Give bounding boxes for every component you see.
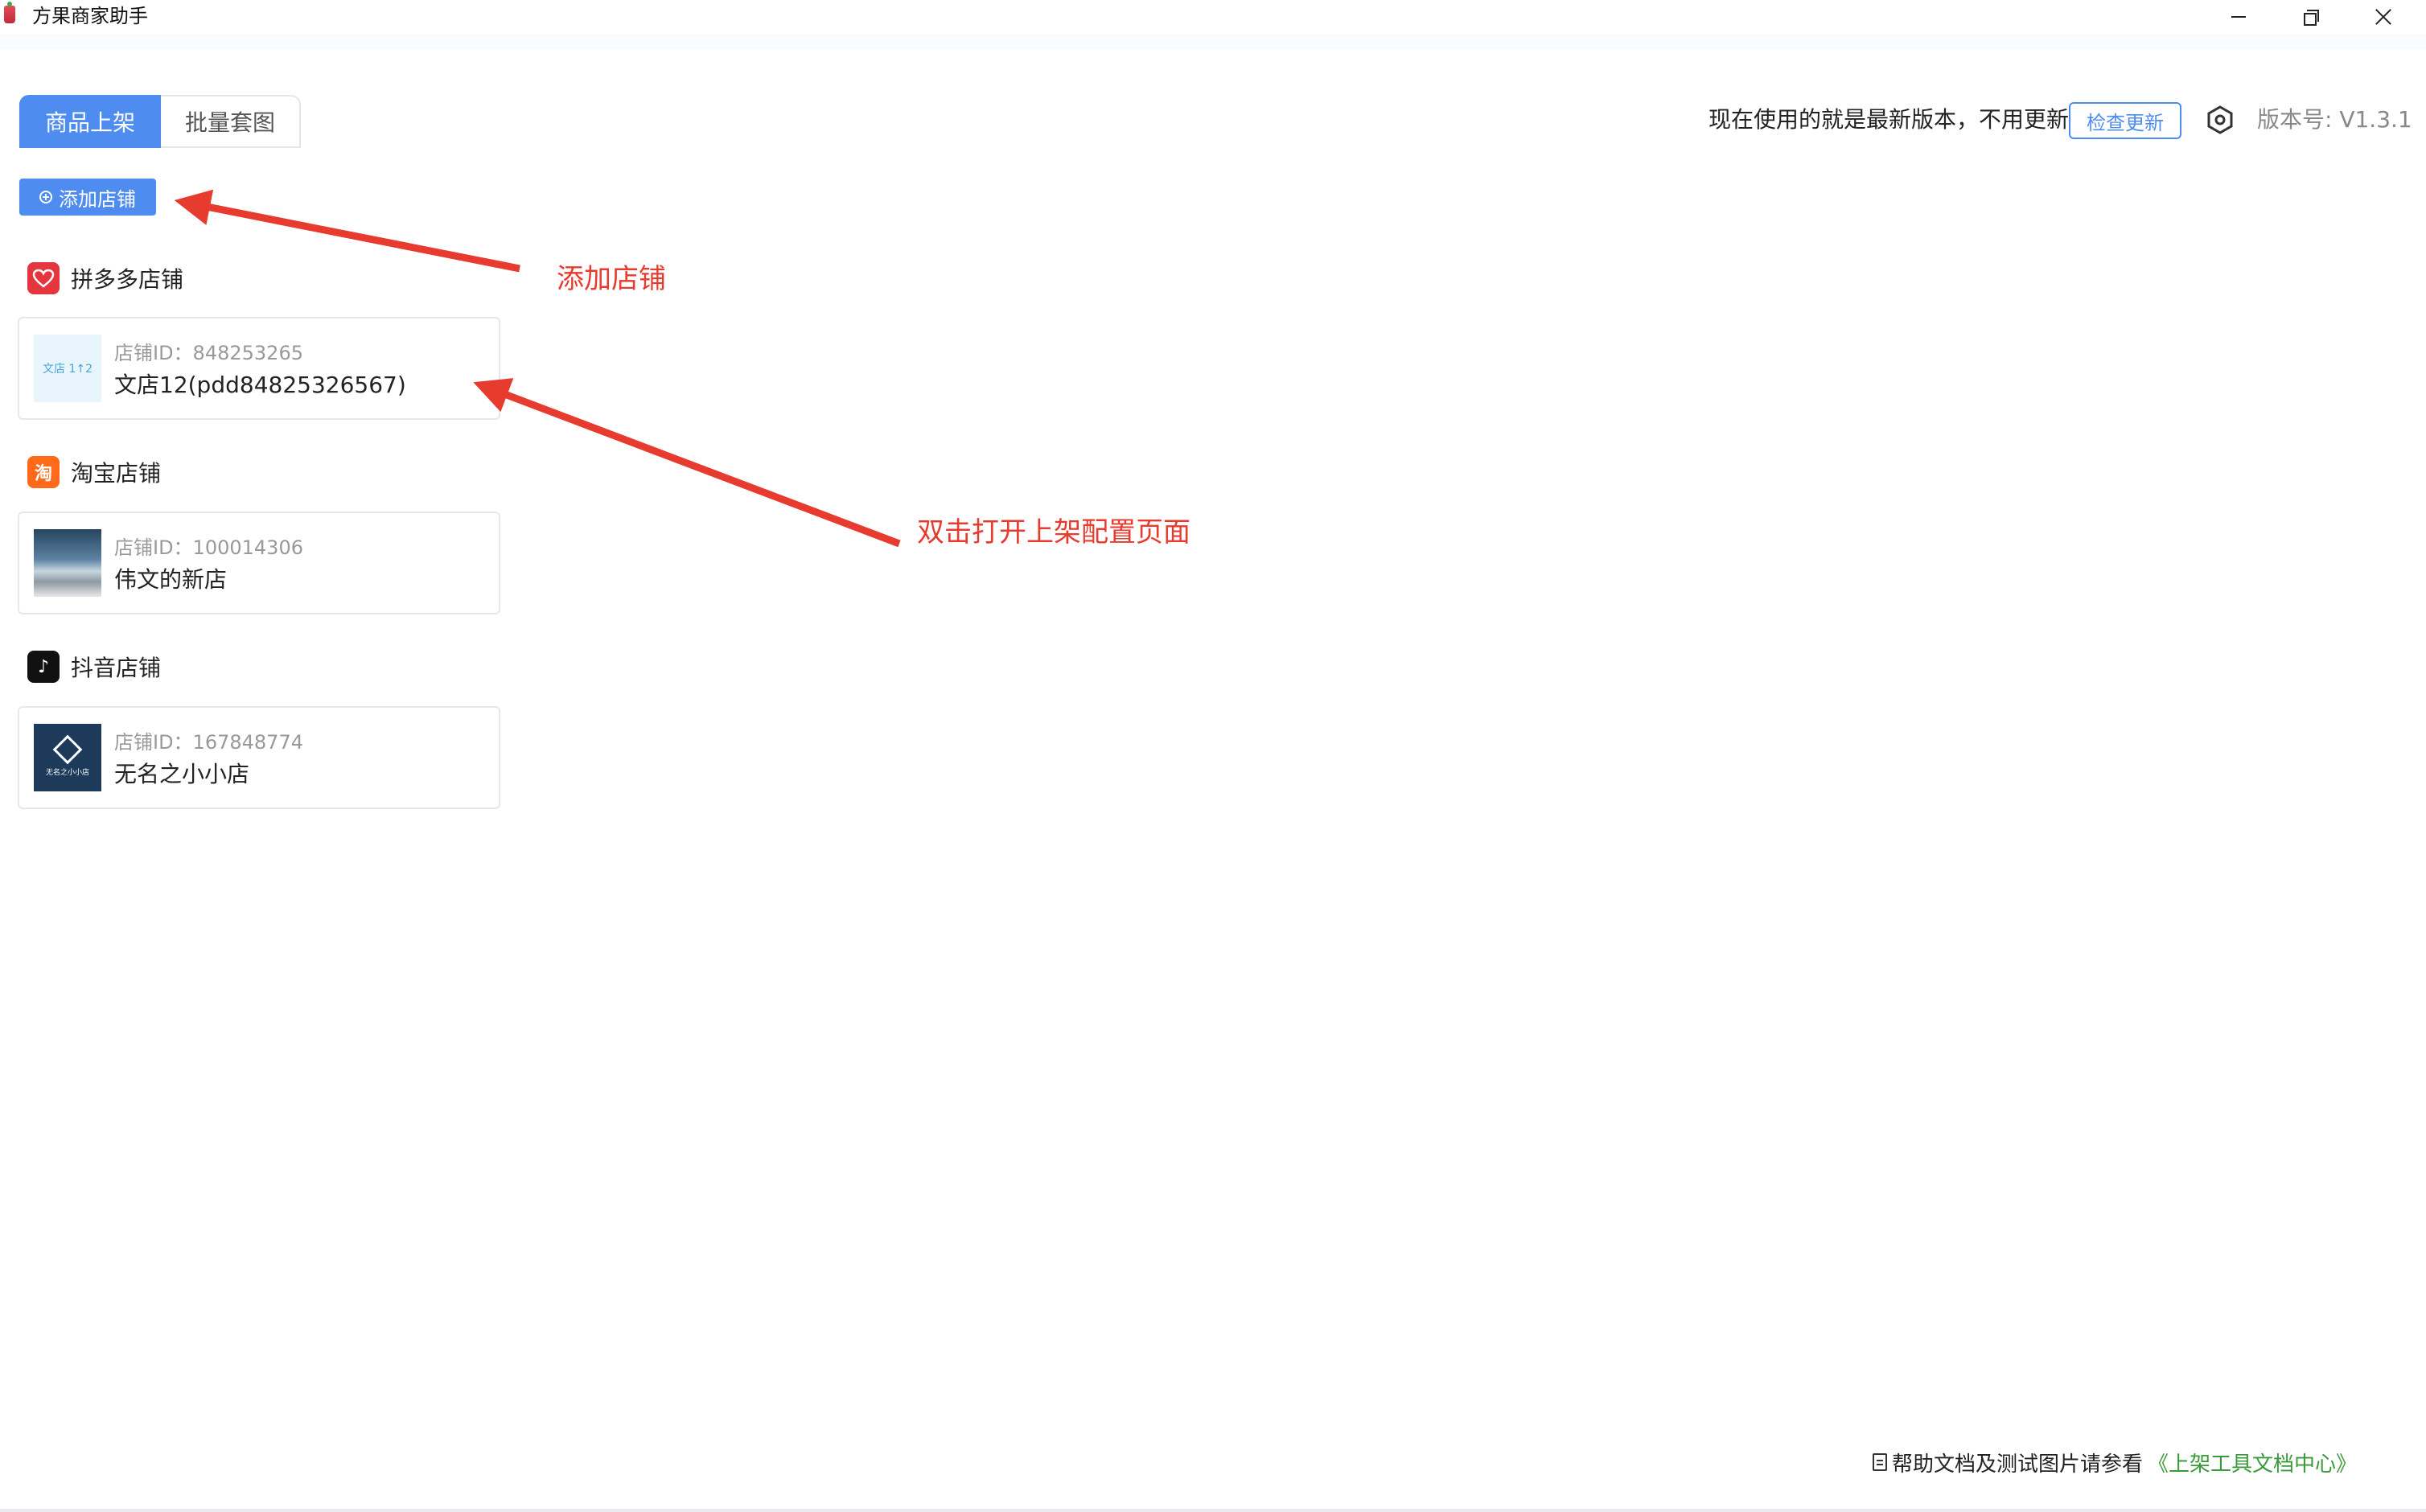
footer-text: 帮助文档及测试图片请参看 bbox=[1892, 1452, 2144, 1477]
version-label: 版本号: V1.3.1 bbox=[2257, 106, 2412, 133]
restore-button[interactable] bbox=[2275, 0, 2347, 34]
arrow-to-shop-card bbox=[473, 378, 901, 548]
annotation-add-shop: 添加店铺 bbox=[557, 263, 666, 295]
window-title: 方果商家助手 bbox=[32, 5, 148, 27]
annotation-double-click: 双击打开上架配置页面 bbox=[917, 516, 1190, 549]
plus-circle-icon bbox=[39, 191, 52, 203]
shop-logo-icon bbox=[52, 734, 83, 764]
restore-icon bbox=[2304, 10, 2319, 26]
close-button[interactable] bbox=[2347, 0, 2420, 34]
shop-card-taobao[interactable]: 店铺ID：100014306 伟文的新店 bbox=[18, 512, 500, 614]
shop-id: 店铺ID：167848774 bbox=[114, 731, 303, 754]
check-update-button[interactable]: 检查更新 bbox=[2069, 102, 2181, 139]
help-footer: 帮助文档及测试图片请参看 《上架工具文档中心》 bbox=[1873, 1448, 2357, 1477]
shop-name: 伟文的新店 bbox=[114, 566, 228, 593]
arrow-to-add-shop bbox=[174, 189, 520, 273]
settings-gear-icon[interactable] bbox=[2206, 105, 2235, 134]
tab-product-listing[interactable]: 商品上架 bbox=[19, 95, 162, 148]
app-logo-icon bbox=[4, 2, 15, 23]
shop-thumbnail: 无名之小小店 bbox=[34, 724, 101, 791]
shop-card-douyin[interactable]: 无名之小小店 店铺ID：167848774 无名之小小店 bbox=[18, 706, 500, 809]
pinduoduo-icon bbox=[27, 262, 60, 294]
add-shop-button[interactable]: 添加店铺 bbox=[19, 179, 156, 216]
section-taobao: 淘 淘宝店铺 bbox=[27, 455, 161, 489]
docs-center-link[interactable]: 《上架工具文档中心》 bbox=[2148, 1448, 2357, 1477]
shop-id: 店铺ID：100014306 bbox=[114, 536, 303, 559]
section-label-pinduoduo: 拼多多店铺 bbox=[71, 266, 184, 293]
shop-name: 文店12(pdd84825326567) bbox=[114, 372, 406, 398]
document-icon bbox=[1873, 1453, 1887, 1471]
shop-thumbnail bbox=[34, 529, 101, 597]
minimize-button[interactable] bbox=[2202, 0, 2275, 34]
shop-id: 店铺ID：848253265 bbox=[114, 342, 303, 364]
add-shop-label: 添加店铺 bbox=[59, 187, 136, 211]
bottom-border bbox=[0, 1509, 2426, 1512]
shop-logo-text: 无名之小小店 bbox=[45, 768, 89, 777]
tab-batch-images[interactable]: 批量套图 bbox=[161, 95, 302, 148]
shop-name: 无名之小小店 bbox=[114, 761, 250, 787]
minimize-icon bbox=[2231, 16, 2246, 18]
title-bar-divider bbox=[0, 34, 2426, 50]
title-bar: 方果商家助手 bbox=[0, 0, 2426, 35]
douyin-icon: ♪ bbox=[27, 651, 60, 683]
shop-thumbnail: 文店 1↑2 bbox=[34, 335, 101, 402]
update-status-text: 现在使用的就是最新版本，不用更新 bbox=[1708, 106, 2070, 133]
taobao-icon: 淘 bbox=[27, 456, 60, 488]
section-label-douyin: 抖音店铺 bbox=[71, 655, 162, 681]
section-douyin: ♪ 抖音店铺 bbox=[27, 650, 161, 684]
main-tabs: 商品上架 批量套图 bbox=[19, 95, 302, 148]
shop-card-pinduoduo[interactable]: 文店 1↑2 店铺ID：848253265 文店12(pdd8482532656… bbox=[18, 317, 500, 420]
close-icon bbox=[2375, 8, 2392, 26]
section-pinduoduo: 拼多多店铺 bbox=[27, 261, 183, 295]
section-label-taobao: 淘宝店铺 bbox=[71, 460, 162, 487]
